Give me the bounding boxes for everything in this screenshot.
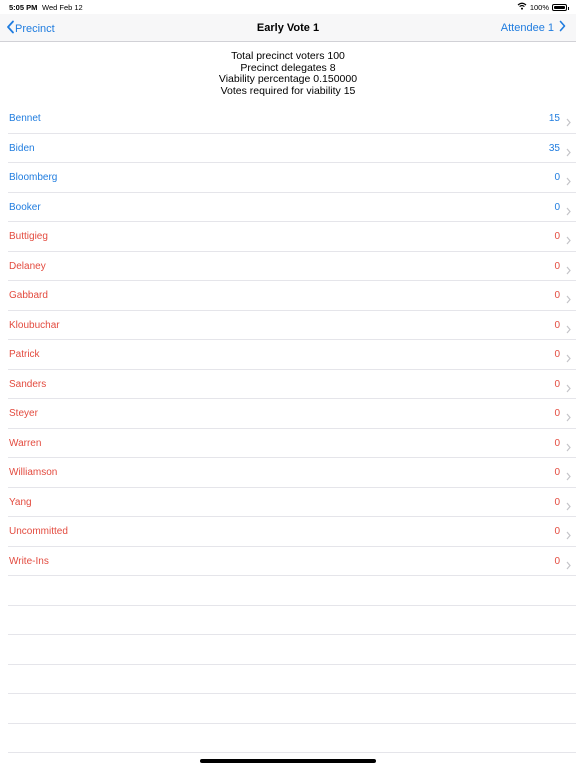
- empty-row: [8, 576, 576, 606]
- chevron-right-icon: [566, 321, 571, 339]
- candidate-list: Bennet 15 Biden 35 Bloomberg 0 Booker 0 …: [0, 104, 576, 753]
- candidate-name: Booker: [9, 201, 41, 213]
- candidate-row[interactable]: Patrick 0: [8, 340, 576, 370]
- candidate-name: Bloomberg: [9, 172, 58, 183]
- candidate-row[interactable]: Gabbard 0: [8, 281, 576, 311]
- candidate-row[interactable]: Bennet 15: [8, 104, 576, 134]
- candidate-name: Sanders: [9, 378, 47, 390]
- chevron-right-icon: [566, 350, 571, 368]
- attendee-button[interactable]: Attendee 1: [501, 20, 566, 35]
- candidate-count: 0: [554, 437, 560, 449]
- candidate-row[interactable]: Delaney 0: [8, 252, 576, 281]
- candidate-count: 0: [554, 467, 560, 478]
- status-indicators: 100%: [517, 2, 569, 12]
- wifi-icon: [517, 2, 527, 12]
- chevron-right-icon: [566, 173, 571, 191]
- candidate-name: Delaney: [9, 260, 46, 272]
- attendee-button-label: Attendee 1: [500, 21, 554, 34]
- candidate-name: Buttigieg: [9, 231, 48, 242]
- precinct-summary: Total precinct voters 100 Precinct deleg…: [0, 50, 576, 97]
- candidate-name: Williamson: [9, 467, 58, 478]
- candidate-row[interactable]: Warren 0: [8, 429, 576, 458]
- candidate-count: 15: [548, 113, 560, 124]
- candidate-row[interactable]: Yang 0: [8, 488, 576, 517]
- candidate-row[interactable]: Williamson 0: [8, 458, 576, 488]
- empty-row: [8, 635, 576, 665]
- candidate-count: 0: [554, 408, 560, 419]
- candidate-count: 0: [554, 260, 560, 272]
- candidate-name: Yang: [9, 496, 32, 508]
- candidate-name: Write-Ins: [9, 555, 49, 567]
- candidate-count: 0: [554, 319, 560, 331]
- candidate-row[interactable]: Booker 0: [8, 193, 576, 222]
- candidate-name: Warren: [9, 437, 42, 449]
- battery-percent: 100%: [529, 2, 549, 12]
- candidate-row[interactable]: Steyer 0: [8, 399, 576, 429]
- chevron-right-icon: [566, 203, 571, 221]
- candidate-name: Steyer: [9, 408, 38, 419]
- candidate-name: Patrick: [9, 349, 40, 360]
- candidate-count: 0: [554, 290, 560, 301]
- chevron-right-icon: [566, 439, 571, 457]
- empty-row: [8, 694, 576, 724]
- chevron-right-icon: [559, 20, 566, 35]
- candidate-row[interactable]: Sanders 0: [8, 370, 576, 399]
- chevron-right-icon: [566, 409, 571, 427]
- candidate-count: 0: [554, 231, 560, 242]
- page-title: Early Vote 1: [256, 22, 320, 34]
- empty-row: [8, 724, 576, 753]
- chevron-right-icon: [566, 557, 571, 575]
- chevron-right-icon: [566, 498, 571, 516]
- candidate-row[interactable]: Kloubuchar 0: [8, 311, 576, 340]
- candidate-name: Biden: [9, 142, 35, 154]
- candidate-count: 0: [554, 172, 560, 183]
- candidate-count: 0: [554, 496, 560, 508]
- candidate-row[interactable]: Buttigieg 0: [8, 222, 576, 252]
- battery-icon: [552, 3, 569, 11]
- candidate-row[interactable]: Write-Ins 0: [8, 547, 576, 576]
- navigation-bar: Precinct Early Vote 1 Attendee 1: [0, 14, 576, 42]
- candidate-name: Uncommitted: [9, 526, 68, 537]
- candidate-row[interactable]: Uncommitted 0: [8, 517, 576, 547]
- candidate-count: 0: [554, 526, 560, 537]
- candidate-count: 0: [554, 201, 560, 213]
- candidate-name: Kloubuchar: [9, 319, 60, 331]
- chevron-right-icon: [566, 291, 571, 309]
- home-indicator: [200, 759, 376, 763]
- chevron-right-icon: [566, 527, 571, 545]
- empty-row: [8, 665, 576, 694]
- chevron-right-icon: [566, 468, 571, 486]
- status-bar: 5:05 PM Wed Feb 12 100%: [0, 0, 576, 14]
- candidate-count: 0: [554, 349, 560, 360]
- candidate-count: 35: [548, 142, 560, 154]
- votes-required: Votes required for viability 15: [220, 84, 356, 97]
- empty-row: [8, 606, 576, 635]
- viability-percentage: Viability percentage 0.150000: [218, 73, 358, 85]
- candidate-row[interactable]: Bloomberg 0: [8, 163, 576, 193]
- candidate-row[interactable]: Biden 35: [8, 134, 576, 163]
- chevron-right-icon: [566, 144, 571, 162]
- chevron-right-icon: [566, 232, 571, 250]
- status-time: 5:05 PM: [9, 3, 38, 12]
- chevron-right-icon: [566, 114, 571, 132]
- candidate-name: Gabbard: [9, 290, 48, 301]
- status-date: Wed Feb 12: [42, 3, 83, 12]
- candidate-count: 0: [554, 378, 560, 390]
- candidate-count: 0: [554, 555, 560, 567]
- candidate-name: Bennet: [9, 113, 41, 124]
- chevron-right-icon: [566, 262, 571, 280]
- chevron-right-icon: [566, 380, 571, 398]
- total-voters: Total precinct voters 100: [231, 50, 345, 62]
